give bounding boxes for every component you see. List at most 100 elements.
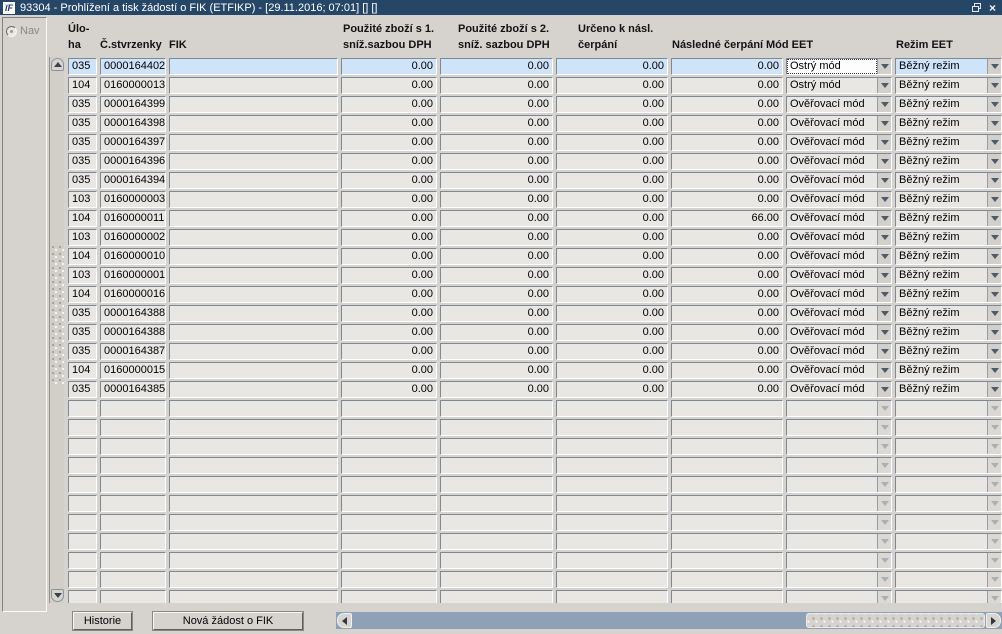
cell-fik[interactable] bbox=[169, 248, 338, 265]
mod-eet-select[interactable]: Ověřovací mód bbox=[786, 153, 892, 170]
cell-nasledne-cerpani[interactable] bbox=[671, 514, 783, 531]
cell-fik[interactable] bbox=[169, 77, 338, 94]
mod-eet-select[interactable] bbox=[786, 457, 892, 474]
cell-nasledne-cerpani[interactable] bbox=[671, 552, 783, 569]
cell-uloha[interactable]: 035 bbox=[68, 96, 97, 113]
chevron-down-icon[interactable] bbox=[877, 230, 891, 245]
mod-eet-select[interactable]: Ostrý mód bbox=[786, 77, 892, 94]
mod-eet-select[interactable]: Ostrý mód bbox=[786, 58, 892, 75]
cell-c-stvrzenky[interactable] bbox=[100, 419, 166, 436]
cell-zbozi-2-sniz-dph[interactable]: 0.00 bbox=[440, 153, 553, 170]
cell-fik[interactable] bbox=[169, 134, 338, 151]
cell-nasledne-cerpani[interactable]: 0.00 bbox=[671, 77, 783, 94]
rezim-eet-select[interactable]: Běžný režim bbox=[895, 381, 1002, 398]
cell-zbozi-2-sniz-dph[interactable]: 0.00 bbox=[440, 267, 553, 284]
cell-c-stvrzenky[interactable]: 0160000001 bbox=[100, 267, 166, 284]
cell-uloha[interactable] bbox=[68, 457, 97, 474]
chevron-down-icon[interactable] bbox=[987, 363, 1001, 378]
cell-fik[interactable] bbox=[169, 96, 338, 113]
chevron-down-icon[interactable] bbox=[987, 97, 1001, 112]
rezim-eet-select[interactable]: Běžný režim bbox=[895, 77, 1002, 94]
chevron-down-icon[interactable] bbox=[987, 211, 1001, 226]
cell-nasledne-cerpani[interactable]: 0.00 bbox=[671, 115, 783, 132]
chevron-down-icon[interactable] bbox=[987, 135, 1001, 150]
cell-c-stvrzenky[interactable]: 0160000003 bbox=[100, 191, 166, 208]
chevron-down-icon[interactable] bbox=[877, 496, 891, 511]
cell-fik[interactable] bbox=[169, 419, 338, 436]
chevron-down-icon[interactable] bbox=[987, 382, 1001, 397]
chevron-down-icon[interactable] bbox=[987, 344, 1001, 359]
cell-fik[interactable] bbox=[169, 438, 338, 455]
cell-nasledne-cerpani[interactable] bbox=[671, 533, 783, 550]
historie-button[interactable]: Historie bbox=[73, 612, 132, 630]
cell-c-stvrzenky[interactable]: 0160000010 bbox=[100, 248, 166, 265]
cell-urceno-k-nasl-cerpani[interactable]: 0.00 bbox=[556, 191, 668, 208]
cell-fik[interactable] bbox=[169, 229, 338, 246]
cell-zbozi-2-sniz-dph[interactable]: 0.00 bbox=[440, 58, 553, 75]
cell-fik[interactable] bbox=[169, 153, 338, 170]
cell-urceno-k-nasl-cerpani[interactable] bbox=[556, 476, 668, 493]
mod-eet-select[interactable]: Ověřovací mód bbox=[786, 115, 892, 132]
chevron-down-icon[interactable] bbox=[877, 192, 891, 207]
cell-zbozi-1-sniz-dph[interactable]: 0.00 bbox=[341, 191, 437, 208]
cell-zbozi-1-sniz-dph[interactable] bbox=[341, 438, 437, 455]
cell-fik[interactable] bbox=[169, 571, 338, 588]
cell-nasledne-cerpani[interactable] bbox=[671, 571, 783, 588]
mod-eet-select[interactable]: Ověřovací mód bbox=[786, 362, 892, 379]
cell-urceno-k-nasl-cerpani[interactable]: 0.00 bbox=[556, 115, 668, 132]
horizontal-scrollbar-thumb[interactable] bbox=[806, 613, 985, 628]
cell-c-stvrzenky[interactable]: 0000164387 bbox=[100, 343, 166, 360]
mod-eet-select[interactable] bbox=[786, 400, 892, 417]
cell-uloha[interactable]: 035 bbox=[68, 343, 97, 360]
chevron-down-icon[interactable] bbox=[877, 78, 891, 93]
rezim-eet-select[interactable]: Běžný režim bbox=[895, 324, 1002, 341]
rezim-eet-select[interactable]: Běžný režim bbox=[895, 305, 1002, 322]
cell-nasledne-cerpani[interactable]: 0.00 bbox=[671, 134, 783, 151]
cell-nasledne-cerpani[interactable]: 0.00 bbox=[671, 58, 783, 75]
chevron-down-icon[interactable] bbox=[987, 458, 1001, 473]
chevron-down-icon[interactable] bbox=[987, 287, 1001, 302]
cell-zbozi-1-sniz-dph[interactable] bbox=[341, 476, 437, 493]
cell-uloha[interactable] bbox=[68, 476, 97, 493]
chevron-down-icon[interactable] bbox=[877, 382, 891, 397]
cell-fik[interactable] bbox=[169, 514, 338, 531]
cell-zbozi-2-sniz-dph[interactable]: 0.00 bbox=[440, 172, 553, 189]
cell-uloha[interactable] bbox=[68, 419, 97, 436]
mod-eet-select[interactable] bbox=[786, 552, 892, 569]
cell-urceno-k-nasl-cerpani[interactable]: 0.00 bbox=[556, 248, 668, 265]
cell-fik[interactable] bbox=[169, 533, 338, 550]
cell-fik[interactable] bbox=[169, 58, 338, 75]
cell-urceno-k-nasl-cerpani[interactable]: 0.00 bbox=[556, 343, 668, 360]
chevron-down-icon[interactable] bbox=[877, 344, 891, 359]
chevron-down-icon[interactable] bbox=[987, 401, 1001, 416]
chevron-down-icon[interactable] bbox=[877, 116, 891, 131]
cell-nasledne-cerpani[interactable] bbox=[671, 400, 783, 417]
chevron-down-icon[interactable] bbox=[987, 306, 1001, 321]
chevron-down-icon[interactable] bbox=[987, 268, 1001, 283]
cell-c-stvrzenky[interactable]: 0160000013 bbox=[100, 77, 166, 94]
cell-fik[interactable] bbox=[169, 115, 338, 132]
cell-c-stvrzenky[interactable]: 0000164394 bbox=[100, 172, 166, 189]
chevron-down-icon[interactable] bbox=[987, 534, 1001, 549]
cell-zbozi-1-sniz-dph[interactable] bbox=[341, 552, 437, 569]
cell-c-stvrzenky[interactable] bbox=[100, 495, 166, 512]
mod-eet-select[interactable]: Ověřovací mód bbox=[786, 229, 892, 246]
mod-eet-select[interactable] bbox=[786, 495, 892, 512]
mod-eet-select[interactable] bbox=[786, 533, 892, 550]
rezim-eet-select[interactable]: Běžný režim bbox=[895, 362, 1002, 379]
chevron-down-icon[interactable] bbox=[987, 477, 1001, 492]
rezim-eet-select[interactable]: Běžný režim bbox=[895, 248, 1002, 265]
chevron-down-icon[interactable] bbox=[877, 173, 891, 188]
cell-zbozi-1-sniz-dph[interactable] bbox=[341, 590, 437, 603]
cell-nasledne-cerpani[interactable]: 0.00 bbox=[671, 305, 783, 322]
mod-eet-select[interactable]: Ověřovací mód bbox=[786, 324, 892, 341]
mod-eet-select[interactable]: Ověřovací mód bbox=[786, 191, 892, 208]
cell-urceno-k-nasl-cerpani[interactable] bbox=[556, 533, 668, 550]
cell-nasledne-cerpani[interactable] bbox=[671, 457, 783, 474]
cell-nasledne-cerpani[interactable] bbox=[671, 419, 783, 436]
cell-c-stvrzenky[interactable]: 0160000011 bbox=[100, 210, 166, 227]
cell-nasledne-cerpani[interactable]: 0.00 bbox=[671, 381, 783, 398]
cell-zbozi-1-sniz-dph[interactable] bbox=[341, 514, 437, 531]
cell-zbozi-1-sniz-dph[interactable]: 0.00 bbox=[341, 96, 437, 113]
mod-eet-select[interactable]: Ověřovací mód bbox=[786, 172, 892, 189]
